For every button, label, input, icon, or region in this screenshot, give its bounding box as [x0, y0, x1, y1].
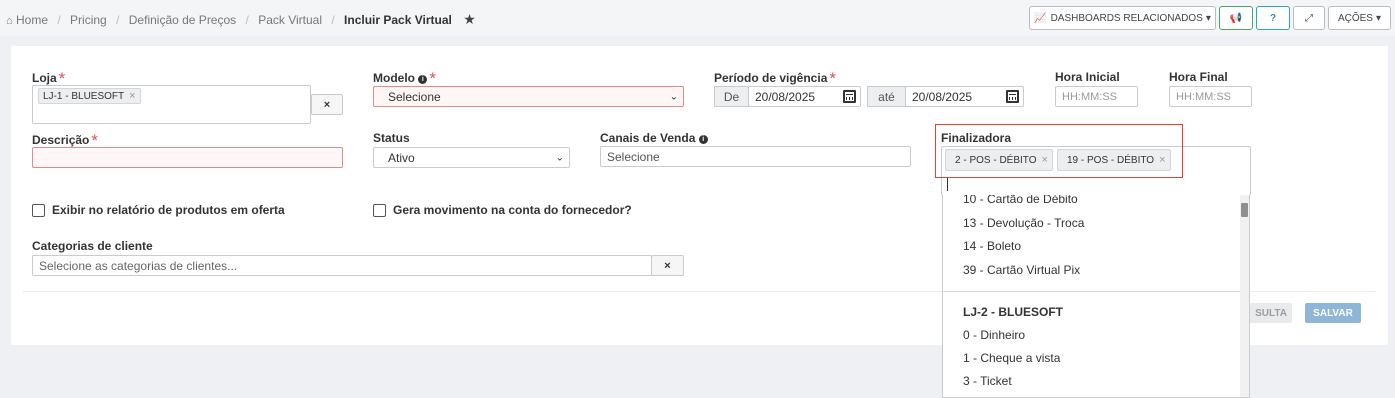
close-icon: × — [323, 98, 331, 111]
status-value: Ativo — [388, 150, 415, 165]
dashboards-label: DASHBOARDS RELACIONADOS — [1050, 12, 1203, 24]
status-select[interactable]: Ativo ⌄ — [373, 147, 570, 168]
periodo-de-addon: De — [714, 86, 749, 107]
dropdown-option[interactable]: 10 - Cartão de Débito — [963, 195, 1078, 206]
chevron-down-icon: ⌄ — [669, 91, 678, 102]
dropdown-option[interactable]: 39 - Cartão Virtual Pix — [963, 263, 1080, 277]
help-button[interactable]: ? — [1256, 6, 1290, 30]
periodo-end-input[interactable]: 20/08/2025 — [905, 86, 1024, 107]
finalizadora-dropdown[interactable]: 10 - Cartão de Débito 13 - Devolução - T… — [942, 195, 1250, 398]
breadcrumb: ⌂ Home / Pricing / Definição de Preços /… — [6, 11, 476, 28]
text-cursor — [947, 178, 948, 191]
periodo-start-value: 20/08/2025 — [755, 89, 816, 104]
dropdown-group-label: LJ-2 - BLUESOFT — [963, 305, 1064, 319]
dropdown-separator — [943, 291, 1241, 292]
dropdown-option[interactable]: 13 - Devolução - Troca — [963, 216, 1084, 230]
info-icon: i — [418, 75, 428, 84]
close-icon: × — [664, 259, 671, 272]
breadcrumb-pack-virtual[interactable]: Pack Virtual — [258, 13, 322, 27]
loja-label: Loja * — [32, 69, 66, 88]
chart-icon: 📈 — [1034, 12, 1047, 24]
hora-inicial-input[interactable]: HH:MM:SS — [1055, 86, 1138, 107]
calendar-icon[interactable] — [1006, 90, 1019, 103]
breadcrumb-definicao[interactable]: Definição de Preços — [129, 13, 236, 27]
modelo-select[interactable]: Selecione ⌄ — [373, 86, 684, 107]
dropdown-option[interactable]: 14 - Boleto — [963, 239, 1021, 253]
descricao-label: Descrição * — [32, 131, 98, 150]
relatorio-checkbox-label: Exibir no relatório de produtos em ofert… — [52, 203, 285, 217]
caret-down-icon: ▾ — [1375, 12, 1382, 24]
dropdown-option[interactable]: 0 - Dinheiro — [963, 328, 1025, 342]
movimento-checkbox-label: Gera movimento na conta do fornecedor? — [393, 203, 632, 217]
categorias-select[interactable]: Selecione as categorias de clientes... — [32, 255, 652, 276]
dropdown-option[interactable]: 3 - Ticket — [963, 374, 1012, 388]
hora-final-input[interactable]: HH:MM:SS — [1169, 86, 1252, 107]
periodo-label: Período de vigência * — [714, 69, 836, 88]
highlight-box — [935, 124, 1183, 178]
periodo-end-value: 20/08/2025 — [912, 89, 973, 104]
movimento-checkbox[interactable] — [373, 204, 386, 217]
info-icon: i — [698, 135, 708, 144]
modelo-label: Modelo i * — [373, 69, 436, 88]
canais-label: Canais de Venda i — [600, 131, 708, 145]
remove-icon[interactable]: × — [129, 90, 135, 102]
acoes-button[interactable]: AÇÕES ▾ — [1328, 6, 1391, 30]
expand-icon: ⤢ — [1305, 12, 1313, 24]
scrollbar[interactable] — [1240, 195, 1249, 397]
loja-tag: LJ-1 - BLUESOFT × — [38, 88, 141, 104]
star-icon[interactable]: ★ — [463, 11, 476, 28]
relatorio-checkbox[interactable] — [32, 204, 45, 217]
periodo-ate-addon: até — [867, 86, 906, 107]
hora-final-label: Hora Final — [1169, 70, 1228, 84]
loja-clear-button[interactable]: × — [311, 94, 343, 115]
status-label: Status — [373, 131, 410, 145]
hora-inicial-label: Hora Inicial — [1055, 70, 1120, 84]
loja-tag-text: LJ-1 - BLUESOFT — [43, 90, 125, 102]
categorias-clear-button[interactable]: × — [651, 255, 684, 276]
canais-select[interactable]: Selecione — [600, 146, 911, 167]
periodo-start-input[interactable]: 20/08/2025 — [748, 86, 861, 107]
top-bar: ⌂ Home / Pricing / Definição de Preços /… — [0, 0, 1395, 36]
megaphone-icon: 📢 — [1229, 12, 1243, 24]
descricao-input[interactable] — [32, 147, 343, 168]
caret-down-icon: ▾ — [1205, 12, 1211, 24]
announce-button[interactable]: 📢 — [1219, 6, 1253, 30]
question-icon: ? — [1269, 12, 1277, 24]
dropdown-option[interactable]: 1 - Cheque a vista — [963, 351, 1060, 365]
breadcrumb-home[interactable]: Home — [16, 13, 48, 27]
acoes-label: AÇÕES — [1337, 12, 1373, 24]
categorias-label: Categorias de cliente — [32, 239, 153, 253]
calendar-icon[interactable] — [843, 90, 856, 103]
expand-button[interactable]: ⤢ — [1293, 6, 1325, 30]
breadcrumb-pricing[interactable]: Pricing — [70, 13, 107, 27]
modelo-value: Selecione — [388, 89, 441, 104]
home-icon[interactable]: ⌂ — [6, 15, 13, 27]
salvar-button[interactable]: SALVAR — [1305, 303, 1361, 323]
scrollbar-thumb[interactable] — [1241, 203, 1248, 217]
dashboards-button[interactable]: 📈 DASHBOARDS RELACIONADOS ▾ — [1029, 6, 1216, 30]
page-title: Incluir Pack Virtual — [344, 13, 452, 27]
chevron-down-icon: ⌄ — [555, 152, 564, 163]
